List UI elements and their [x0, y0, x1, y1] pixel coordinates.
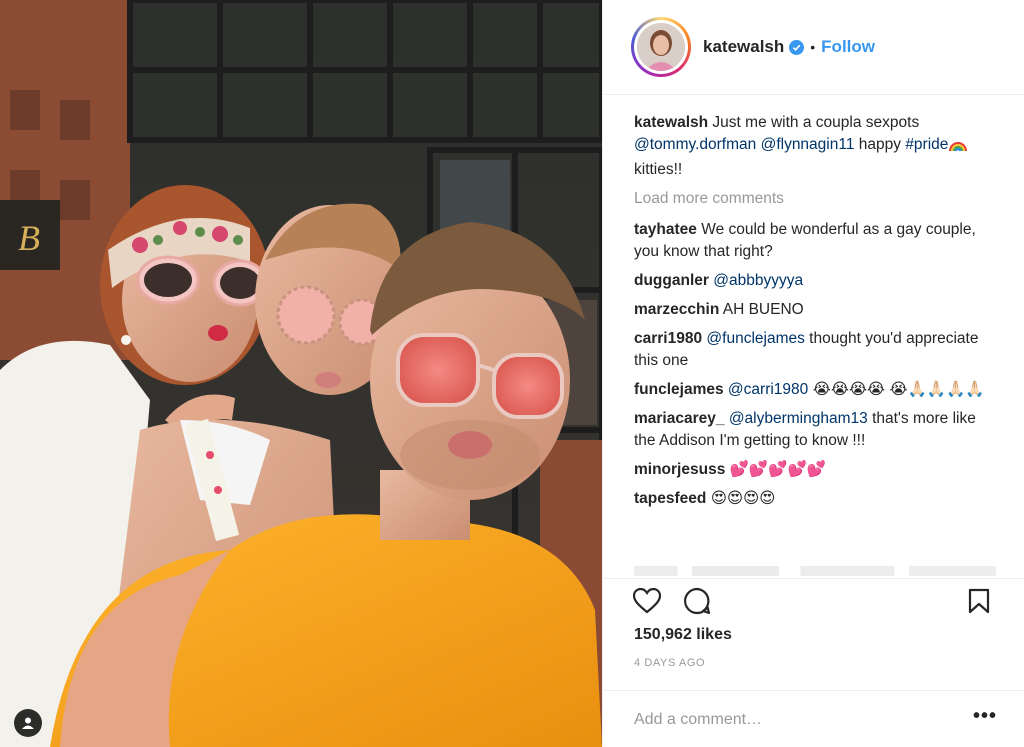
comment-mention[interactable]: @abbbyyyya [713, 272, 803, 289]
comment-emoji: 😍😍😍😍 [710, 490, 776, 507]
comment-bubble-icon[interactable] [681, 585, 713, 617]
separator-dot: • [810, 39, 816, 55]
load-more-comments[interactable]: Load more comments [634, 188, 996, 210]
svg-text:B: B [18, 218, 40, 258]
likes-count[interactable]: 150,962 likes [634, 626, 732, 644]
comment-item: dugganler @abbbyyyya [634, 270, 996, 292]
comment-mention[interactable]: @funclejames [706, 330, 804, 347]
comment-item: tapesfeed 😍😍😍😍 [634, 488, 996, 510]
comment-username[interactable]: minorjesuss [634, 461, 725, 478]
comment-emoji: 💕💕💕💕💕 [729, 461, 827, 478]
comment-username[interactable]: funclejames [634, 381, 724, 398]
comment-item: mariacarey_ @alybermingham13 that's more… [634, 408, 996, 452]
user-tag-icon[interactable] [14, 709, 42, 737]
truncated-comment-row [634, 566, 996, 576]
comment-username[interactable]: dugganler [634, 272, 709, 289]
heart-icon[interactable] [631, 585, 663, 617]
caption: katewalsh Just me with a coupla sexpots … [634, 112, 996, 181]
comment-username[interactable]: tayhatee [634, 221, 697, 238]
comment-item: minorjesuss 💕💕💕💕💕 [634, 459, 996, 481]
post-photo[interactable]: B [0, 0, 602, 747]
post-author-username[interactable]: katewalsh [703, 37, 784, 57]
comment-item: carri1980 @funclejames thought you'd app… [634, 328, 996, 372]
caption-text-1: Just me with a coupla sexpots [712, 114, 920, 131]
rainbow-icon [948, 136, 968, 159]
more-options-button[interactable]: ••• [973, 706, 997, 726]
comment-item: tayhatee We could be wonderful as a gay … [634, 219, 996, 263]
caption-mention-1[interactable]: @tommy.dorfman [634, 136, 756, 153]
action-bar [603, 578, 1024, 622]
comment-text: AH BUENO [722, 301, 804, 318]
comment-item: funclejames @carri1980 😭😭😭😭 😭🙏🏻🙏🏻🙏🏻🙏🏻 [634, 379, 996, 401]
comment-username[interactable]: carri1980 [634, 330, 702, 347]
caption-username[interactable]: katewalsh [634, 114, 708, 131]
bookmark-icon[interactable] [963, 585, 995, 617]
comment-input[interactable] [634, 707, 954, 733]
comment-emoji: 😭😭😭😭 😭🙏🏻🙏🏻🙏🏻🙏🏻 [812, 381, 985, 398]
follow-button[interactable]: Follow [821, 37, 875, 57]
comment-username[interactable]: mariacarey_ [634, 410, 725, 427]
comment-mention[interactable]: @alybermingham13 [729, 410, 868, 427]
comments-list: katewalsh Just me with a coupla sexpots … [634, 112, 996, 572]
verified-check-icon [789, 39, 805, 55]
post-sidebar: katewalsh • Follow katewalsh Just me wit… [602, 0, 1024, 747]
post-header: katewalsh • Follow [603, 0, 1024, 95]
add-comment-bar: ••• [603, 690, 1024, 747]
caption-text-3: kitties!! [634, 161, 683, 178]
post-timestamp[interactable]: 4 DAYS AGO [634, 657, 705, 669]
caption-text-2: happy [858, 136, 901, 153]
caption-hashtag[interactable]: #pride [905, 136, 948, 153]
comment-username[interactable]: tapesfeed [634, 490, 706, 507]
comment-username[interactable]: marzecchin [634, 301, 719, 318]
comment-item: marzecchin AH BUENO [634, 299, 996, 321]
caption-mention-2[interactable]: @flynnagin11 [761, 136, 855, 153]
avatar[interactable] [631, 17, 691, 77]
photo-image: B [0, 0, 602, 747]
comment-mention[interactable]: @carri1980 [728, 381, 808, 398]
